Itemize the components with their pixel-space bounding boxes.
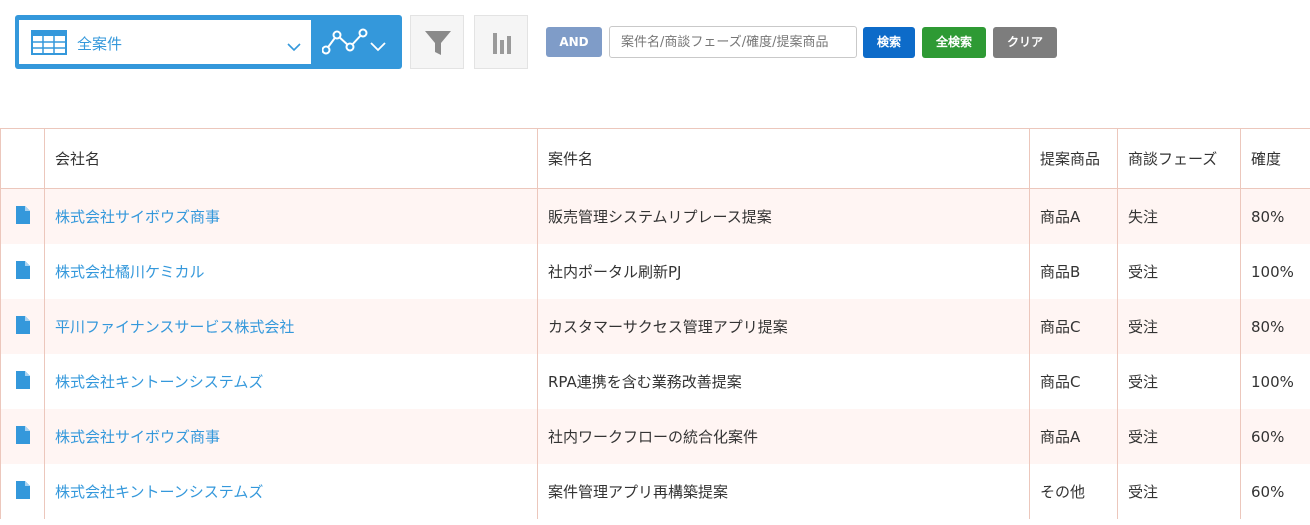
cell-deal: RPA連携を含む業務改善提案 (537, 354, 1030, 409)
header-company[interactable]: 会社名 (44, 128, 538, 189)
cell-phase: 失注 (1117, 188, 1241, 244)
graph-view-icon[interactable] (321, 27, 368, 61)
cell-probability: 100% (1240, 354, 1310, 409)
view-dropdown[interactable]: 全案件 (19, 20, 311, 64)
cell-company-link[interactable]: 株式会社キントーンシステムズ (44, 354, 538, 409)
search-input[interactable] (609, 26, 857, 58)
table-header-row: 会社名 案件名 提案商品 商談フェーズ 確度 (0, 128, 1310, 189)
records-body: 株式会社サイボウズ商事 販売管理システムリプレース提案 商品A 失注 80% 株式会社橘川… (0, 188, 1310, 519)
cell-phase: 受注 (1117, 354, 1241, 409)
record-detail-link[interactable] (0, 244, 45, 299)
cell-probability: 60% (1240, 464, 1310, 519)
cell-phase: 受注 (1117, 244, 1241, 299)
cell-deal: 案件管理アプリ再構築提案 (537, 464, 1030, 519)
header-phase[interactable]: 商談フェーズ (1117, 128, 1241, 189)
header-product[interactable]: 提案商品 (1029, 128, 1118, 189)
record-detail-link[interactable] (0, 299, 45, 354)
header-icon-column (0, 128, 45, 189)
search-button[interactable]: 検索 (863, 27, 915, 58)
cell-deal: 社内ポータル刷新PJ (537, 244, 1030, 299)
chevron-down-icon (287, 37, 301, 56)
cell-company-link[interactable]: 株式会社サイボウズ商事 (44, 188, 538, 244)
table-row: 株式会社サイボウズ商事 販売管理システムリプレース提案 商品A 失注 80% (0, 188, 1310, 244)
cell-probability: 80% (1240, 299, 1310, 354)
cell-company-link[interactable]: 平川ファイナンスサービス株式会社 (44, 299, 538, 354)
cell-product: 商品A (1029, 188, 1118, 244)
table-view-icon (31, 30, 67, 59)
cell-company-link[interactable]: 株式会社キントーンシステムズ (44, 464, 538, 519)
graph-chevron-down-icon[interactable] (370, 37, 386, 56)
cell-deal: カスタマーサクセス管理アプリ提案 (537, 299, 1030, 354)
table-row: 株式会社キントーンシステムズ RPA連携を含む業務改善提案 商品C 受注 100% (0, 354, 1310, 409)
records-table: 会社名 案件名 提案商品 商談フェーズ 確度 株式会社サイボウズ商事 販売管理シス… (0, 128, 1310, 519)
table-row: 平川ファイナンスサービス株式会社 カスタマーサクセス管理アプリ提案 商品C 受注 80% (0, 299, 1310, 354)
header-probability[interactable]: 確度 (1240, 128, 1310, 189)
cell-product: 商品C (1029, 354, 1118, 409)
record-detail-link[interactable] (0, 188, 45, 244)
record-detail-link[interactable] (0, 464, 45, 519)
cell-phase: 受注 (1117, 409, 1241, 464)
document-icon (15, 480, 30, 503)
document-icon (15, 315, 30, 338)
funnel-icon (425, 31, 451, 55)
view-name: 全案件 (77, 35, 123, 53)
table-row: 株式会社キントーンシステムズ 案件管理アプリ再構築提案 その他 受注 60% (0, 464, 1310, 519)
view-selector-bar: 全案件 (15, 15, 402, 69)
cell-probability: 60% (1240, 409, 1310, 464)
and-toggle-button[interactable]: AND (546, 27, 602, 57)
cell-product: 商品A (1029, 409, 1118, 464)
filter-button[interactable] (410, 15, 464, 69)
cell-phase: 受注 (1117, 299, 1241, 354)
cell-product: その他 (1029, 464, 1118, 519)
cell-company-link[interactable]: 株式会社サイボウズ商事 (44, 409, 538, 464)
cell-deal: 販売管理システムリプレース提案 (537, 188, 1030, 244)
cell-probability: 80% (1240, 188, 1310, 244)
table-row: 株式会社サイボウズ商事 社内ワークフローの統合化案件 商品A 受注 60% (0, 409, 1310, 464)
cell-probability: 100% (1240, 244, 1310, 299)
all-search-button[interactable]: 全検索 (922, 27, 986, 58)
cell-company-link[interactable]: 株式会社橘川ケミカル (44, 244, 538, 299)
record-detail-link[interactable] (0, 409, 45, 464)
document-icon (15, 205, 30, 228)
clear-button[interactable]: クリア (993, 27, 1057, 58)
document-icon (15, 425, 30, 448)
document-icon (15, 260, 30, 283)
record-detail-link[interactable] (0, 354, 45, 409)
header-deal[interactable]: 案件名 (537, 128, 1030, 189)
document-icon (15, 370, 30, 393)
cell-deal: 社内ワークフローの統合化案件 (537, 409, 1030, 464)
cell-product: 商品C (1029, 299, 1118, 354)
graph-button[interactable] (474, 15, 528, 69)
cell-product: 商品B (1029, 244, 1118, 299)
table-row: 株式会社橘川ケミカル 社内ポータル刷新PJ 商品B 受注 100% (0, 244, 1310, 299)
bar-chart-icon (493, 33, 511, 54)
cell-phase: 受注 (1117, 464, 1241, 519)
